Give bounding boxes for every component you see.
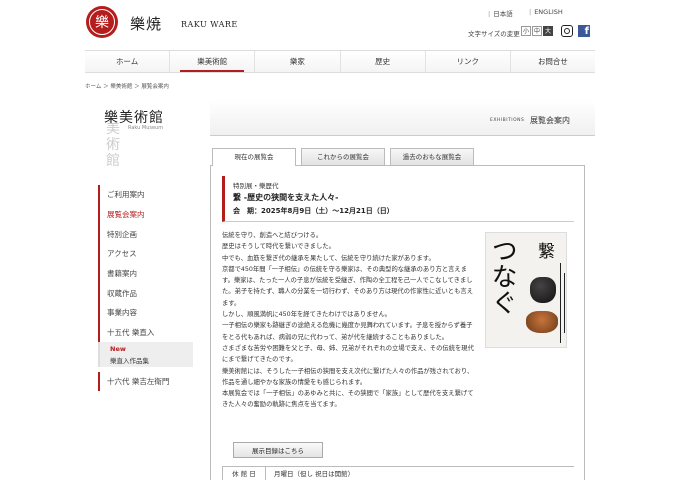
font-size-medium-button[interactable]: 中 bbox=[532, 26, 542, 36]
lang-en-link[interactable]: | ENGLISH bbox=[529, 8, 563, 16]
exhibition-period: 会 期：2025年8月9日（土）～12月21日（日） bbox=[233, 207, 394, 215]
nav-home[interactable]: ホーム bbox=[85, 51, 169, 72]
brand-name-en: RAKU WARE bbox=[181, 20, 238, 29]
sidebar-item-special[interactable]: 特別企画 bbox=[98, 224, 198, 245]
logo-char: 樂 bbox=[89, 9, 115, 35]
description-paragraph: 一子相伝の樂家も跡継ぎの途絶える危機に幾度か見舞われています。子息を授からず養子… bbox=[222, 322, 473, 341]
nav-raku-family[interactable]: 樂家 bbox=[254, 51, 339, 72]
description-paragraph: しかし、順風満帆に450年を経てきたわけではありません。 bbox=[222, 311, 392, 319]
new-badge: New bbox=[110, 345, 126, 353]
sidebar-menu: ご利用案内 展覧会案内 特別企画 アクセス 書籍案内 収蔵作品 事業内容 十五代… bbox=[98, 185, 198, 343]
facebook-icon[interactable]: f bbox=[578, 25, 590, 37]
catalog-button[interactable]: 展示目録はこちら bbox=[233, 442, 323, 458]
info-key-closed: 休 館 日 bbox=[222, 467, 266, 480]
description-paragraph: 京都で450年間「一子相伝」の伝統を守る樂家は、その典型的な継承のあり方と言えま… bbox=[222, 265, 473, 307]
description-paragraph: 樂美術館には、そうした一子相伝の狭間を支え次代に繋げた人々の作品が残されており、… bbox=[222, 367, 474, 386]
museum-title: 樂美術館 bbox=[104, 110, 164, 126]
banner-title-en: EXHIBITIONS bbox=[490, 118, 525, 123]
sidebar-item-guide[interactable]: ご利用案内 bbox=[98, 185, 198, 205]
museum-subtitle: Raku Museum bbox=[128, 125, 164, 131]
nav-museum[interactable]: 樂美術館 bbox=[169, 51, 254, 72]
black-bowl-image bbox=[530, 277, 556, 303]
nav-history[interactable]: 歴史 bbox=[339, 51, 425, 72]
sidebar-item-jikinyu[interactable]: 十五代 樂直入 bbox=[98, 322, 198, 343]
font-size-large-button[interactable]: 大 bbox=[543, 26, 553, 36]
sidebar-item-books[interactable]: 書籍案内 bbox=[98, 263, 198, 284]
font-size-small-button[interactable]: 小 bbox=[521, 26, 531, 36]
poster-kanji: 繋 bbox=[538, 242, 555, 262]
banner-title-ja: 展覧会案内 bbox=[530, 116, 570, 125]
description-paragraph: 歴史はそうして時代を繋いできました。 bbox=[222, 243, 335, 251]
exhibition-poster-image[interactable]: つなぐ 繋 bbox=[485, 232, 567, 348]
sidebar-subitem-label[interactable]: 樂直入作品集 bbox=[110, 355, 149, 365]
description-paragraph: さまざまな苦労や困難を父と子、母、姉、兄弟がそれぞれの立場で支え、その伝統を現代… bbox=[222, 344, 474, 364]
sidebar-item-collection[interactable]: 収蔵作品 bbox=[98, 283, 198, 304]
info-table: 休 館 日 月曜日（但し 祝日は開館） bbox=[222, 466, 574, 480]
brand-name-ja[interactable]: 樂焼 bbox=[130, 13, 162, 34]
exhibition-category: 特別展・樂歴代 bbox=[233, 182, 279, 190]
breadcrumb[interactable]: ホーム ＞ 樂美術館 ＞ 展覧会案内 bbox=[85, 82, 169, 90]
sidebar-item-activities[interactable]: 事業内容 bbox=[98, 303, 198, 323]
poster-calligraphy-stroke bbox=[560, 263, 561, 343]
main-nav: ホーム 樂美術館 樂家 歴史 リンク お問合せ bbox=[85, 50, 595, 73]
red-bowl-image bbox=[526, 311, 558, 333]
tab-current[interactable]: 現在の展覧会 bbox=[212, 148, 296, 166]
instagram-icon[interactable] bbox=[561, 25, 573, 37]
sidebar-item-exhibitions[interactable]: 展覧会案内 bbox=[98, 204, 198, 225]
description-paragraph: 中でも、血筋を繋ぎ代の継承を果たして、伝統を守り続けた家があります。 bbox=[222, 254, 435, 262]
tab-upcoming[interactable]: これからの展覧会 bbox=[301, 148, 385, 165]
tab-past[interactable]: 過去のおもな展覧会 bbox=[390, 148, 474, 165]
museum-title-watermark: 美術館 bbox=[106, 121, 120, 169]
description-paragraph: 本展覧会では「一子相伝」のあゆみと共に、その狭間で「家族」として歴代を支え繋げて… bbox=[222, 390, 474, 409]
nav-links[interactable]: リンク bbox=[424, 51, 510, 72]
sidebar-item-kichizaemon[interactable]: 十六代 樂吉左衛門 bbox=[98, 372, 169, 391]
description-paragraph: 伝統を守り、創造へと結びつける。 bbox=[222, 232, 323, 239]
font-size-label: 文字サイズの変更 bbox=[468, 30, 520, 38]
exhibition-title: 繋 -歴史の狭間を支えた人々- bbox=[233, 193, 339, 202]
lang-ja-link[interactable]: | 日本語 bbox=[488, 8, 513, 18]
poster-vertical-text: つなぐ bbox=[487, 237, 517, 315]
info-value-closed: 月曜日（但し 祝日は開館） bbox=[274, 470, 355, 478]
poster-calligraphy-stroke bbox=[564, 273, 565, 333]
raku-logo[interactable]: 樂 bbox=[86, 6, 118, 38]
sidebar-item-access[interactable]: アクセス bbox=[98, 244, 198, 264]
nav-contact[interactable]: お問合せ bbox=[509, 51, 595, 72]
exhibition-description: 伝統を守り、創造へと結びつける。 歴史はそうして時代を繋いできました。 中でも、… bbox=[222, 230, 477, 411]
